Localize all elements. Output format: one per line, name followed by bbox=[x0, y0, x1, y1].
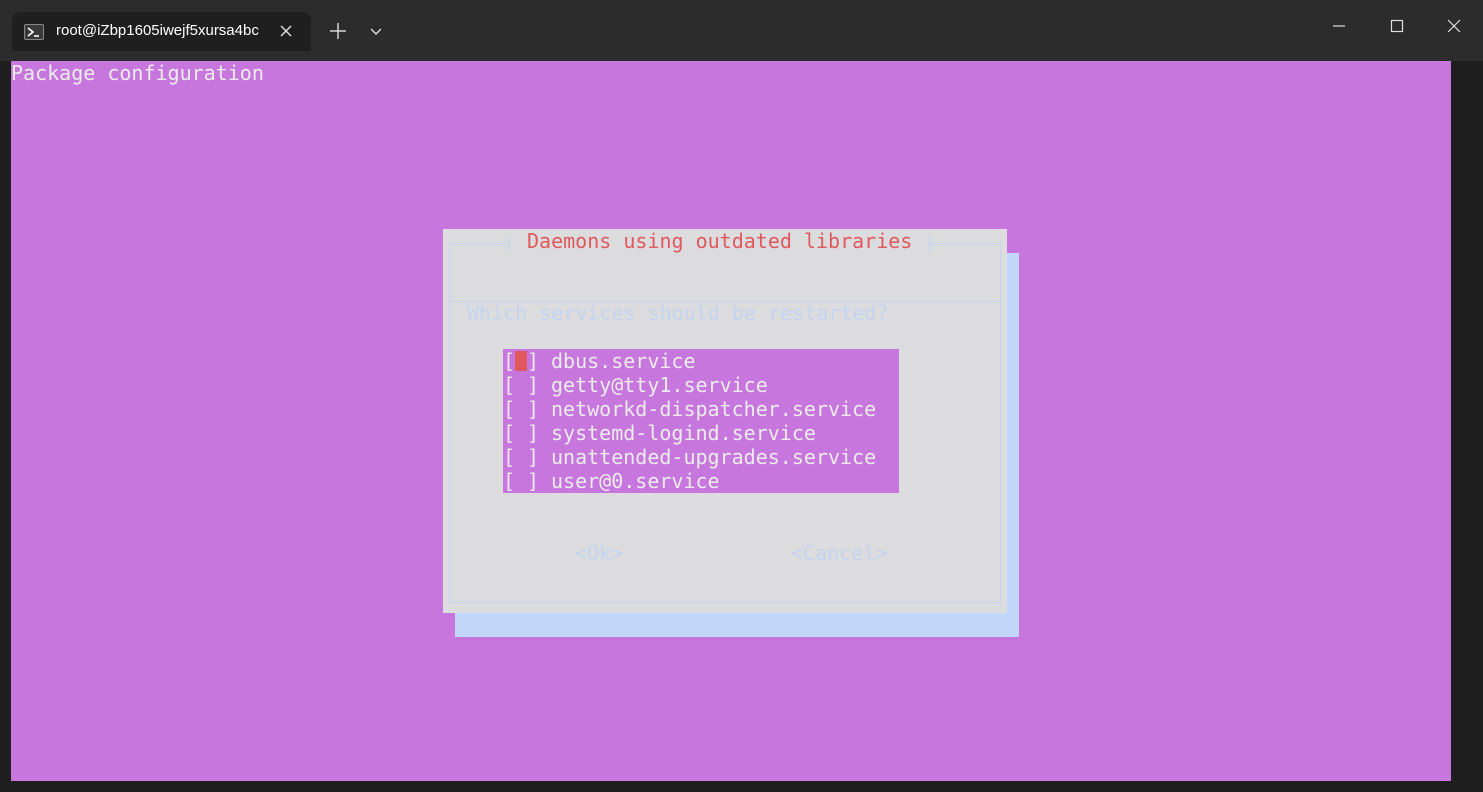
service-row[interactable]: [] getty@tty1.service bbox=[503, 373, 899, 397]
package-configuration-heading: Package configuration bbox=[11, 61, 264, 85]
title-tick-right bbox=[929, 235, 930, 253]
service-checkbox[interactable]: [] bbox=[503, 469, 539, 493]
service-row[interactable]: [] systemd-logind.service bbox=[503, 421, 899, 445]
service-checkbox[interactable]: [] bbox=[503, 349, 539, 373]
maximize-icon[interactable] bbox=[1385, 14, 1409, 38]
terminal-pane[interactable]: Package configuration Daemons using outd… bbox=[11, 61, 1451, 781]
cursor bbox=[515, 351, 527, 371]
service-checkbox[interactable]: [] bbox=[503, 421, 539, 445]
close-window-icon[interactable] bbox=[1442, 14, 1466, 38]
service-name: dbus.service bbox=[551, 349, 696, 373]
dialog-title: Daemons using outdated libraries bbox=[527, 229, 913, 253]
close-icon[interactable] bbox=[278, 23, 294, 39]
title-tick-left bbox=[509, 235, 510, 253]
title-bar: root@iZbp1605iwejf5xursa4bc bbox=[0, 0, 1483, 61]
service-row[interactable]: [] dbus.service bbox=[503, 349, 899, 373]
service-name: systemd-logind.service bbox=[551, 421, 816, 445]
cancel-button[interactable]: <Cancel> bbox=[791, 541, 887, 565]
service-checkbox[interactable]: [] bbox=[503, 373, 539, 397]
service-name: networkd-dispatcher.service bbox=[551, 397, 877, 421]
restart-services-dialog: Daemons using outdated libraries Which s… bbox=[443, 229, 1007, 613]
dialog-question: Which services should be restarted? bbox=[467, 301, 889, 325]
ok-button[interactable]: <Ok> bbox=[575, 541, 623, 565]
service-row[interactable]: [] unattended-upgrades.service bbox=[503, 445, 899, 469]
service-checkbox[interactable]: [] bbox=[503, 397, 539, 421]
chevron-down-icon[interactable] bbox=[364, 19, 388, 43]
minimize-icon[interactable] bbox=[1327, 14, 1351, 38]
service-name: unattended-upgrades.service bbox=[551, 445, 877, 469]
service-checklist: [] dbus.service [] getty@tty1.service []… bbox=[503, 349, 899, 493]
service-name: user@0.service bbox=[551, 469, 720, 493]
service-row[interactable]: [] user@0.service bbox=[503, 469, 899, 493]
service-name: getty@tty1.service bbox=[551, 373, 768, 397]
service-row[interactable]: [] networkd-dispatcher.service bbox=[503, 397, 899, 421]
powershell-icon bbox=[24, 24, 44, 40]
terminal-tab[interactable]: root@iZbp1605iwejf5xursa4bc bbox=[12, 12, 311, 51]
service-checkbox[interactable]: [] bbox=[503, 445, 539, 469]
plus-icon[interactable] bbox=[326, 19, 350, 43]
tab-title: root@iZbp1605iwejf5xursa4bc bbox=[56, 22, 259, 39]
